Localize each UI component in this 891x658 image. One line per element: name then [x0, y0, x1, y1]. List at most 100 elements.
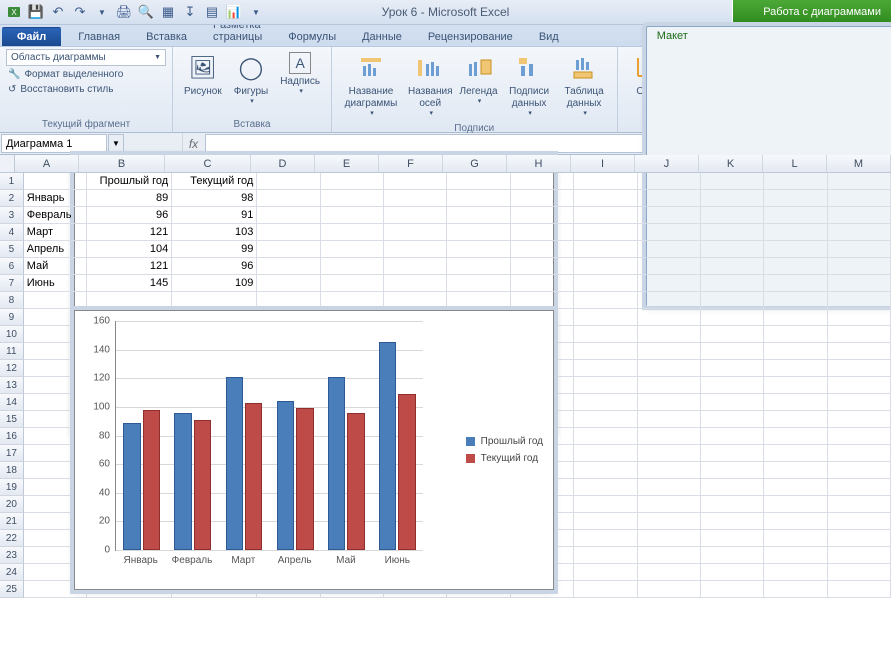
cell[interactable]: Май	[24, 258, 87, 275]
cell[interactable]	[828, 292, 891, 309]
cell[interactable]	[701, 292, 764, 309]
cell[interactable]	[638, 292, 701, 309]
cell[interactable]	[384, 292, 447, 309]
cell[interactable]	[638, 207, 701, 224]
cell[interactable]	[701, 190, 764, 207]
cell[interactable]	[828, 309, 891, 326]
cell[interactable]	[701, 479, 764, 496]
plot-area[interactable]: 020406080100120140160	[115, 321, 423, 551]
cell[interactable]	[447, 173, 510, 190]
bar-series0[interactable]	[379, 342, 396, 550]
bar-series0[interactable]	[123, 423, 140, 550]
column-header-C[interactable]: C	[165, 155, 251, 172]
cell[interactable]	[638, 411, 701, 428]
cell[interactable]	[828, 224, 891, 241]
cell[interactable]: 91	[172, 207, 257, 224]
cell[interactable]	[764, 275, 827, 292]
row-header[interactable]: 21	[0, 513, 24, 530]
cell[interactable]	[638, 275, 701, 292]
cell[interactable]	[828, 564, 891, 581]
cell[interactable]	[638, 445, 701, 462]
cell[interactable]	[638, 547, 701, 564]
cell[interactable]	[701, 275, 764, 292]
row-header[interactable]: 3	[0, 207, 24, 224]
cell[interactable]	[701, 530, 764, 547]
embedded-chart[interactable]: 020406080100120140160 ЯнварьФевральМартА…	[74, 310, 554, 590]
cell[interactable]: 103	[172, 224, 257, 241]
cell[interactable]	[828, 428, 891, 445]
column-header-B[interactable]: B	[79, 155, 165, 172]
cell[interactable]	[257, 190, 320, 207]
cell[interactable]	[321, 258, 384, 275]
row-header[interactable]: 11	[0, 343, 24, 360]
tab-review[interactable]: Рецензирование	[415, 27, 526, 46]
cell[interactable]	[701, 173, 764, 190]
cell[interactable]	[511, 241, 574, 258]
cell[interactable]	[638, 479, 701, 496]
more-icon[interactable]: ▼	[246, 2, 266, 22]
cell[interactable]	[764, 530, 827, 547]
axis-titles-button[interactable]: Названия осей▾	[406, 49, 455, 121]
row-header[interactable]: 17	[0, 445, 24, 462]
cell[interactable]	[87, 292, 172, 309]
row-header[interactable]: 8	[0, 292, 24, 309]
cell[interactable]	[638, 241, 701, 258]
cell[interactable]	[764, 428, 827, 445]
cell[interactable]	[828, 530, 891, 547]
cell[interactable]	[638, 360, 701, 377]
cell[interactable]	[447, 224, 510, 241]
cell[interactable]	[701, 581, 764, 598]
cell[interactable]	[701, 326, 764, 343]
cell[interactable]	[828, 326, 891, 343]
row-header[interactable]: 4	[0, 224, 24, 241]
cell[interactable]: 109	[172, 275, 257, 292]
row-header[interactable]: 24	[0, 564, 24, 581]
cell[interactable]	[257, 207, 320, 224]
cell[interactable]: 99	[172, 241, 257, 258]
cell[interactable]	[701, 360, 764, 377]
cell[interactable]	[764, 513, 827, 530]
cell[interactable]	[764, 326, 827, 343]
cell[interactable]: 121	[87, 258, 172, 275]
cell[interactable]	[828, 513, 891, 530]
cell[interactable]	[828, 581, 891, 598]
cell[interactable]	[701, 224, 764, 241]
cell[interactable]	[764, 190, 827, 207]
column-header-G[interactable]: G	[443, 155, 507, 172]
cell[interactable]	[257, 173, 320, 190]
cell[interactable]	[574, 479, 637, 496]
row-header[interactable]: 12	[0, 360, 24, 377]
cell[interactable]	[384, 224, 447, 241]
cell[interactable]	[574, 360, 637, 377]
row-header[interactable]: 10	[0, 326, 24, 343]
cell[interactable]	[574, 564, 637, 581]
row-header[interactable]: 6	[0, 258, 24, 275]
cell[interactable]	[384, 258, 447, 275]
select-all-corner[interactable]	[0, 155, 15, 172]
cell[interactable]	[701, 496, 764, 513]
cell[interactable]	[764, 445, 827, 462]
bar-series1[interactable]	[398, 394, 415, 550]
cell[interactable]	[828, 241, 891, 258]
column-header-H[interactable]: H	[507, 155, 571, 172]
cell[interactable]	[574, 224, 637, 241]
column-header-F[interactable]: F	[379, 155, 443, 172]
cell[interactable]	[511, 190, 574, 207]
excel-icon[interactable]: X	[4, 2, 24, 22]
row-header[interactable]: 13	[0, 377, 24, 394]
cell[interactable]	[384, 190, 447, 207]
cell[interactable]	[701, 241, 764, 258]
column-header-A[interactable]: A	[15, 155, 79, 172]
cell[interactable]	[701, 462, 764, 479]
cell[interactable]	[638, 377, 701, 394]
cell[interactable]	[764, 241, 827, 258]
tab-home[interactable]: Главная	[65, 27, 133, 46]
cell[interactable]	[574, 207, 637, 224]
cell[interactable]	[574, 428, 637, 445]
cell[interactable]	[638, 326, 701, 343]
picture-button[interactable]: 🖼Рисунок	[179, 49, 227, 101]
cell[interactable]	[257, 258, 320, 275]
cell[interactable]	[828, 258, 891, 275]
cell[interactable]	[764, 258, 827, 275]
row-header[interactable]: 15	[0, 411, 24, 428]
